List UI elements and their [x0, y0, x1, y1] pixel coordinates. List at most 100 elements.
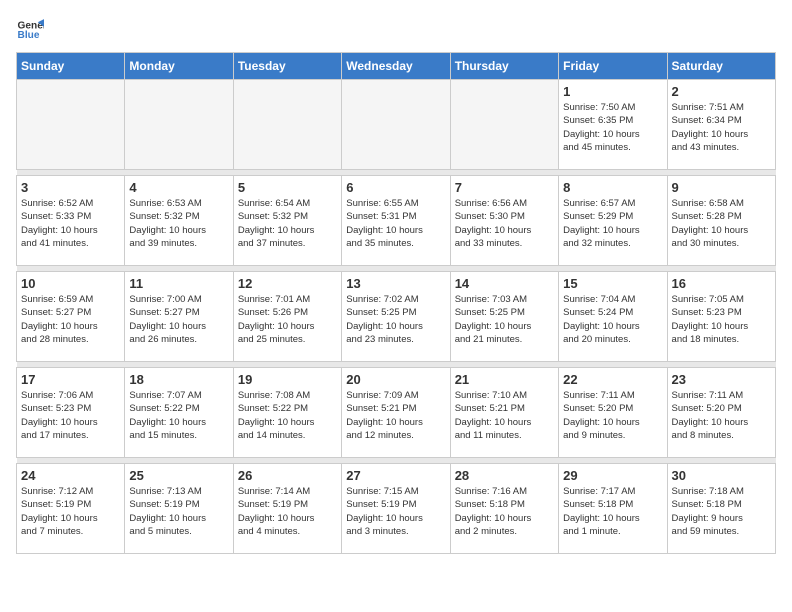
day-info: Sunrise: 6:53 AM Sunset: 5:32 PM Dayligh… [129, 197, 228, 250]
day-number: 28 [455, 468, 554, 483]
day-number: 17 [21, 372, 120, 387]
calendar-cell: 15 Sunrise: 7:04 AM Sunset: 5:24 PM Dayli… [559, 272, 667, 362]
day-info: Sunrise: 6:55 AM Sunset: 5:31 PM Dayligh… [346, 197, 445, 250]
calendar-cell: 17 Sunrise: 7:06 AM Sunset: 5:23 PM Dayli… [17, 368, 125, 458]
day-number: 16 [672, 276, 771, 291]
calendar-cell: 7 Sunrise: 6:56 AM Sunset: 5:30 PM Daylig… [450, 176, 558, 266]
calendar-cell: 3Sunrise: 6:52 AM Sunset: 5:33 PM Daylig… [17, 176, 125, 266]
day-number: 5 [238, 180, 337, 195]
day-number: 9 [672, 180, 771, 195]
day-number: 8 [563, 180, 662, 195]
calendar-week-row: 24Sunrise: 7:12 AM Sunset: 5:19 PM Dayli… [17, 464, 776, 554]
weekday-header: Tuesday [233, 53, 341, 80]
day-number: 26 [238, 468, 337, 483]
day-number: 29 [563, 468, 662, 483]
day-info: Sunrise: 7:17 AM Sunset: 5:18 PM Dayligh… [563, 485, 662, 538]
day-number: 21 [455, 372, 554, 387]
day-info: Sunrise: 7:13 AM Sunset: 5:19 PM Dayligh… [129, 485, 228, 538]
day-number: 13 [346, 276, 445, 291]
calendar-cell: 9 Sunrise: 6:58 AM Sunset: 5:28 PM Daylig… [667, 176, 775, 266]
day-info: Sunrise: 7:18 AM Sunset: 5:18 PM Dayligh… [672, 485, 771, 538]
calendar-cell: 19 Sunrise: 7:08 AM Sunset: 5:22 PM Dayli… [233, 368, 341, 458]
day-number: 4 [129, 180, 228, 195]
day-info: Sunrise: 7:00 AM Sunset: 5:27 PM Dayligh… [129, 293, 228, 346]
calendar-cell: 1 Sunrise: 7:50 AM Sunset: 6:35 PM Daylig… [559, 80, 667, 170]
day-info: Sunrise: 6:52 AM Sunset: 5:33 PM Dayligh… [21, 197, 120, 250]
day-number: 25 [129, 468, 228, 483]
calendar-cell: 27 Sunrise: 7:15 AM Sunset: 5:19 PM Dayli… [342, 464, 450, 554]
day-number: 10 [21, 276, 120, 291]
weekday-header: Saturday [667, 53, 775, 80]
calendar-cell [450, 80, 558, 170]
day-info: Sunrise: 6:54 AM Sunset: 5:32 PM Dayligh… [238, 197, 337, 250]
calendar-cell: 24Sunrise: 7:12 AM Sunset: 5:19 PM Dayli… [17, 464, 125, 554]
weekday-header: Monday [125, 53, 233, 80]
day-info: Sunrise: 7:03 AM Sunset: 5:25 PM Dayligh… [455, 293, 554, 346]
calendar-cell [125, 80, 233, 170]
calendar-cell: 13Sunrise: 7:02 AM Sunset: 5:25 PM Dayli… [342, 272, 450, 362]
calendar-cell: 6 Sunrise: 6:55 AM Sunset: 5:31 PM Daylig… [342, 176, 450, 266]
calendar-cell: 16 Sunrise: 7:05 AM Sunset: 5:23 PM Dayli… [667, 272, 775, 362]
calendar-cell [342, 80, 450, 170]
day-info: Sunrise: 7:15 AM Sunset: 5:19 PM Dayligh… [346, 485, 445, 538]
calendar-week-row: 1 Sunrise: 7:50 AM Sunset: 6:35 PM Daylig… [17, 80, 776, 170]
day-info: Sunrise: 7:10 AM Sunset: 5:21 PM Dayligh… [455, 389, 554, 442]
calendar-cell: 26 Sunrise: 7:14 AM Sunset: 5:19 PM Dayli… [233, 464, 341, 554]
day-number: 14 [455, 276, 554, 291]
day-info: Sunrise: 7:14 AM Sunset: 5:19 PM Dayligh… [238, 485, 337, 538]
calendar-cell: 28Sunrise: 7:16 AM Sunset: 5:18 PM Dayli… [450, 464, 558, 554]
day-number: 18 [129, 372, 228, 387]
day-number: 19 [238, 372, 337, 387]
day-number: 30 [672, 468, 771, 483]
calendar-cell: 25 Sunrise: 7:13 AM Sunset: 5:19 PM Dayli… [125, 464, 233, 554]
calendar-cell: 22 Sunrise: 7:11 AM Sunset: 5:20 PM Dayli… [559, 368, 667, 458]
day-info: Sunrise: 7:50 AM Sunset: 6:35 PM Dayligh… [563, 101, 662, 154]
calendar-table: SundayMondayTuesdayWednesdayThursdayFrid… [16, 52, 776, 554]
calendar-cell: 8 Sunrise: 6:57 AM Sunset: 5:29 PM Daylig… [559, 176, 667, 266]
day-info: Sunrise: 7:01 AM Sunset: 5:26 PM Dayligh… [238, 293, 337, 346]
calendar-week-row: 17 Sunrise: 7:06 AM Sunset: 5:23 PM Dayli… [17, 368, 776, 458]
day-number: 12 [238, 276, 337, 291]
day-info: Sunrise: 7:07 AM Sunset: 5:22 PM Dayligh… [129, 389, 228, 442]
day-info: Sunrise: 6:57 AM Sunset: 5:29 PM Dayligh… [563, 197, 662, 250]
calendar-cell [17, 80, 125, 170]
logo: General Blue [16, 16, 48, 44]
calendar-cell: 4 Sunrise: 6:53 AM Sunset: 5:32 PM Daylig… [125, 176, 233, 266]
day-info: Sunrise: 7:11 AM Sunset: 5:20 PM Dayligh… [563, 389, 662, 442]
weekday-header: Sunday [17, 53, 125, 80]
calendar-cell: 21 Sunrise: 7:10 AM Sunset: 5:21 PM Dayli… [450, 368, 558, 458]
day-info: Sunrise: 7:08 AM Sunset: 5:22 PM Dayligh… [238, 389, 337, 442]
day-number: 24 [21, 468, 120, 483]
weekday-header: Friday [559, 53, 667, 80]
day-number: 11 [129, 276, 228, 291]
day-number: 6 [346, 180, 445, 195]
calendar-cell: 10Sunrise: 6:59 AM Sunset: 5:27 PM Dayli… [17, 272, 125, 362]
calendar-cell: 12 Sunrise: 7:01 AM Sunset: 5:26 PM Dayli… [233, 272, 341, 362]
day-number: 2 [672, 84, 771, 99]
day-number: 23 [672, 372, 771, 387]
day-info: Sunrise: 6:56 AM Sunset: 5:30 PM Dayligh… [455, 197, 554, 250]
day-number: 15 [563, 276, 662, 291]
day-info: Sunrise: 7:51 AM Sunset: 6:34 PM Dayligh… [672, 101, 771, 154]
svg-text:Blue: Blue [18, 30, 40, 41]
calendar-cell [233, 80, 341, 170]
day-info: Sunrise: 7:11 AM Sunset: 5:20 PM Dayligh… [672, 389, 771, 442]
day-info: Sunrise: 7:06 AM Sunset: 5:23 PM Dayligh… [21, 389, 120, 442]
calendar-cell: 5 Sunrise: 6:54 AM Sunset: 5:32 PM Daylig… [233, 176, 341, 266]
day-info: Sunrise: 7:05 AM Sunset: 5:23 PM Dayligh… [672, 293, 771, 346]
calendar-week-row: 10Sunrise: 6:59 AM Sunset: 5:27 PM Dayli… [17, 272, 776, 362]
calendar-cell: 29 Sunrise: 7:17 AM Sunset: 5:18 PM Dayli… [559, 464, 667, 554]
day-number: 1 [563, 84, 662, 99]
day-info: Sunrise: 6:58 AM Sunset: 5:28 PM Dayligh… [672, 197, 771, 250]
day-number: 7 [455, 180, 554, 195]
day-number: 27 [346, 468, 445, 483]
day-number: 22 [563, 372, 662, 387]
day-info: Sunrise: 7:04 AM Sunset: 5:24 PM Dayligh… [563, 293, 662, 346]
calendar-cell: 18 Sunrise: 7:07 AM Sunset: 5:22 PM Dayli… [125, 368, 233, 458]
calendar-cell: 30 Sunrise: 7:18 AM Sunset: 5:18 PM Dayli… [667, 464, 775, 554]
calendar-header-row: SundayMondayTuesdayWednesdayThursdayFrid… [17, 53, 776, 80]
calendar-cell: 11 Sunrise: 7:00 AM Sunset: 5:27 PM Dayli… [125, 272, 233, 362]
page-header: General Blue [16, 16, 776, 44]
calendar-cell: 23 Sunrise: 7:11 AM Sunset: 5:20 PM Dayli… [667, 368, 775, 458]
weekday-header: Thursday [450, 53, 558, 80]
